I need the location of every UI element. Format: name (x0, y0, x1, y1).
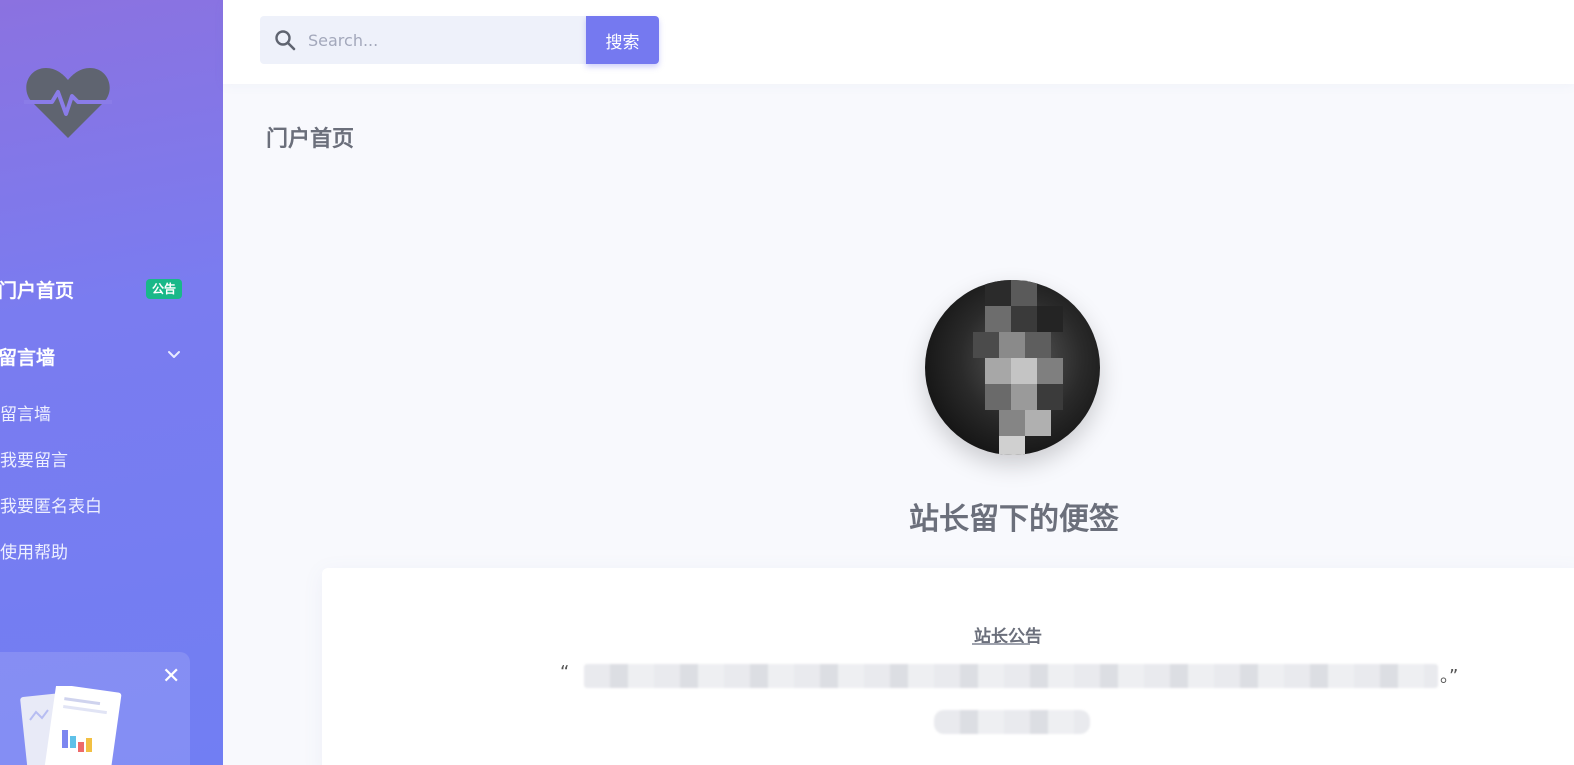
nav-item-home-label: 门户首页 (0, 280, 75, 302)
pixelated-face (973, 280, 1063, 455)
nav-item-home[interactable]: 门户首页 (0, 276, 74, 303)
sidebar: 门户首页 公告 留言墙 留言墙 我要留言 我要匿名表白 使用帮助 ✕ (0, 0, 223, 765)
search-input[interactable] (308, 16, 578, 64)
close-icon[interactable]: ✕ (162, 666, 180, 688)
quote-close: 。” (1440, 666, 1459, 687)
top-bar: 搜索 (223, 0, 1574, 84)
search-button[interactable]: 搜索 (586, 16, 659, 64)
sub-item-anonymous-confession[interactable]: 我要匿名表白 (0, 492, 102, 517)
note-title: 站长留下的便签 (909, 502, 1119, 537)
avatar (925, 280, 1100, 455)
redacted-signature-text (934, 710, 1090, 734)
search-icon[interactable] (274, 29, 296, 51)
announcement-title-underline (972, 643, 1030, 645)
nav-item-message-wall-label: 留言墙 (0, 347, 56, 369)
heart-pulse-icon[interactable] (24, 64, 112, 140)
sub-item-help[interactable]: 使用帮助 (0, 538, 68, 563)
redacted-quote-text (584, 664, 1438, 688)
sub-item-message-wall[interactable]: 留言墙 (0, 400, 51, 425)
search-box (260, 16, 586, 64)
quote-open: “ (560, 662, 570, 683)
nav-item-message-wall[interactable]: 留言墙 (0, 343, 55, 370)
sub-item-leave-message[interactable]: 我要留言 (0, 446, 68, 471)
page-title: 门户首页 (266, 127, 355, 152)
announcement-badge: 公告 (146, 279, 183, 299)
chevron-down-icon[interactable] (166, 346, 182, 362)
documents-chart-illustration (20, 686, 122, 765)
